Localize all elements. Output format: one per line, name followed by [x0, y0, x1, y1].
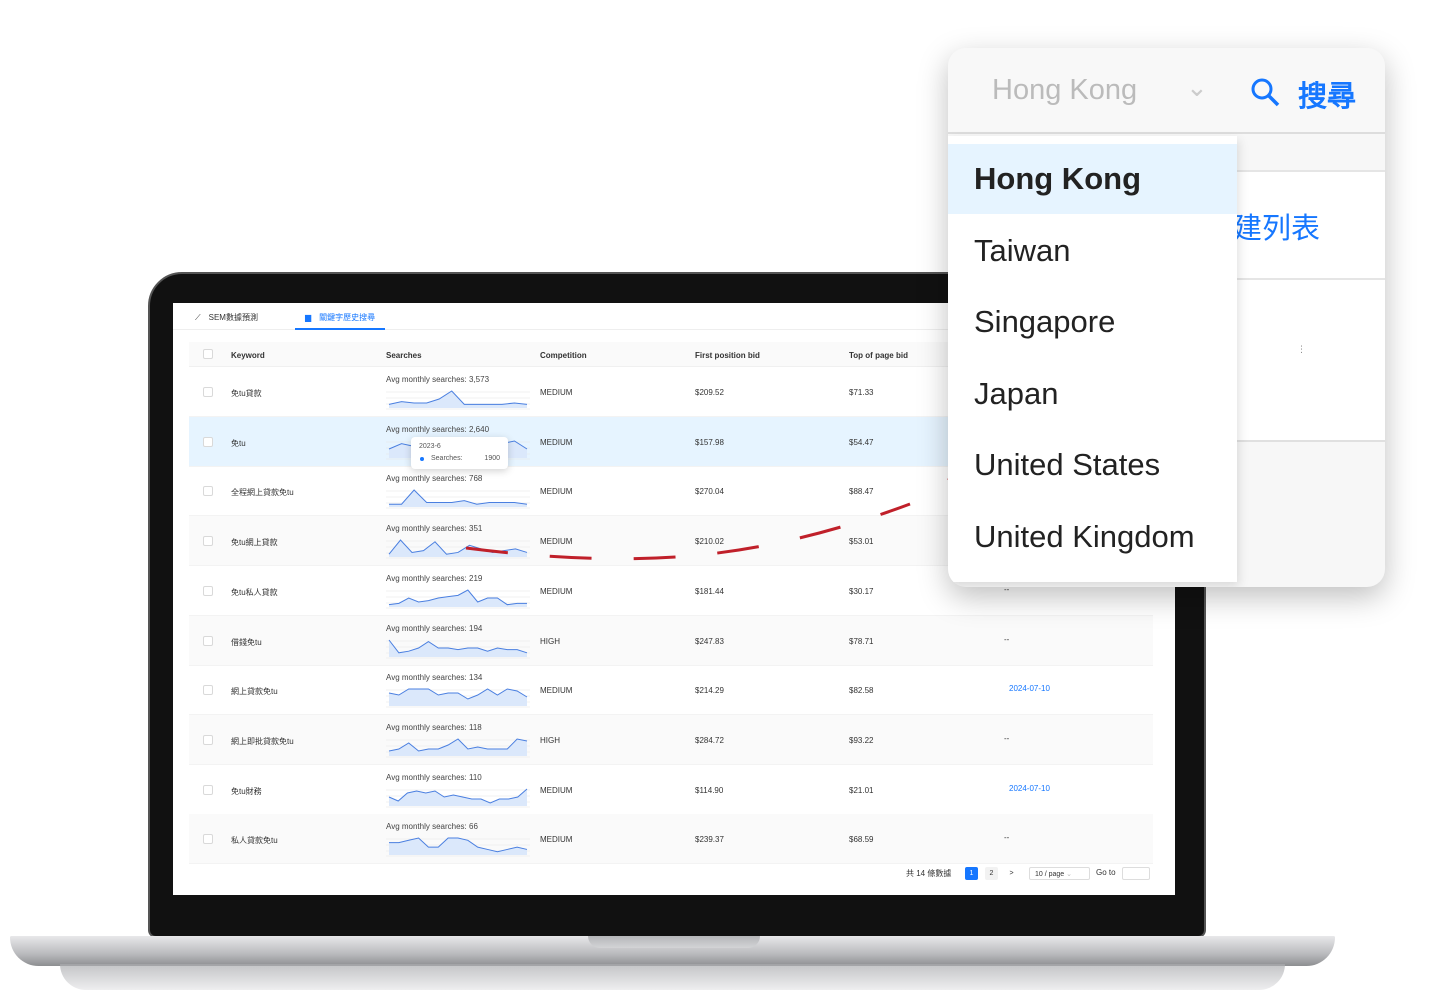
region-option[interactable]: Japan [948, 359, 1237, 429]
region-dropdown-menu: Hong Kong Taiwan Singapore Japan United Stat… [948, 136, 1237, 582]
background-card: 建列表 [1233, 170, 1385, 280]
more-vertical-icon[interactable]: ⋮ [1297, 345, 1306, 354]
background-card-body: ⋮ [1237, 280, 1385, 442]
region-option[interactable]: United Kingdom [948, 502, 1237, 572]
region-search-bar: Hong Kong ⌄ 搜尋 [948, 48, 1385, 134]
region-option[interactable]: Hong Kong [948, 144, 1237, 214]
region-option[interactable]: Taiwan [948, 216, 1237, 286]
region-option[interactable]: Singapore [948, 287, 1237, 357]
chevron-down-icon[interactable]: ⌄ [1186, 72, 1208, 103]
list-label: 建列表 [1233, 213, 1321, 245]
region-select-value[interactable]: Hong Kong [992, 74, 1137, 107]
region-panel: Hong Kong ⌄ 搜尋 建列表 ⋮ Hong Kong Taiwan Sing… [948, 48, 1385, 587]
search-button[interactable]: 搜尋 [1298, 73, 1356, 115]
search-icon[interactable] [1250, 77, 1280, 107]
region-option[interactable]: United States [948, 430, 1237, 500]
